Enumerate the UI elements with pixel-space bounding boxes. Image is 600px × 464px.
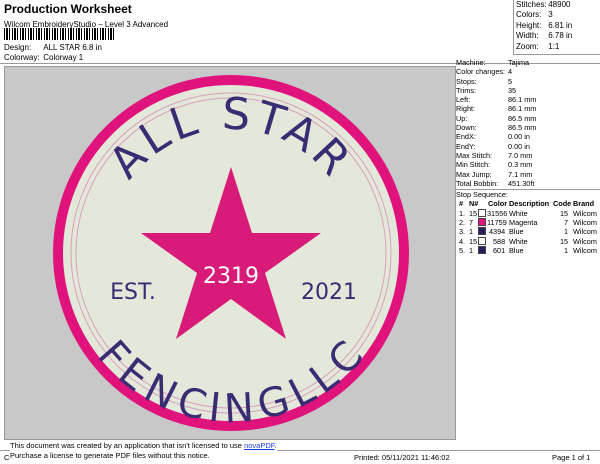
sequence-row: 5. 1 601 Blue 1 Wilcom [459, 245, 597, 255]
stat-height: Height: 6.81 in [516, 20, 573, 30]
machine-row: Machine: Tajima [456, 58, 530, 67]
color-changes-row: Color changes: 4 [456, 67, 513, 77]
notice-line-1: This document was created by an applicat… [10, 441, 242, 450]
est-text: EST. [110, 280, 156, 305]
total-bobbin-row: Total Bobbin: 451.30ft [456, 178, 535, 188]
barcode [4, 28, 114, 40]
trims-row: Trims: 35 [456, 85, 517, 95]
max-jump-row: Max Jump: 7.1 mm [456, 169, 533, 179]
worksheet-title: Production Worksheet [4, 2, 132, 16]
stat-width: Width: 6.78 in [516, 31, 573, 41]
down-row: Down: 86.5 mm [456, 123, 537, 133]
color-swatch [478, 208, 486, 217]
sequence-row: 3. 1 4394 Blue 1 Wilcom [459, 227, 597, 237]
center-number: 2319 [203, 264, 259, 289]
notice-line-2: Purchase a license to generate PDF files… [10, 451, 210, 460]
sequence-row: 2. 7 11759 Magenta 7 Wilcom [459, 218, 597, 228]
design-label: Design: [4, 43, 32, 52]
left-row: Left: 86.1 mm [456, 95, 537, 105]
stops-row: Stops: 5 [456, 76, 513, 86]
sequence-row: 1. 15 31556 White 15 Wilcom [459, 208, 597, 218]
max-stitch-row: Max Stitch: 7.0 mm [456, 150, 533, 160]
printed-date: Printed: 05/11/2021 11:46:02 [354, 453, 450, 462]
machine-panel: Machine: Tajima Color changes: 4 Stops: 5 T… [456, 58, 600, 255]
design-preview: ALL STAR FENCINGLLC EST. 2021 2319 [4, 66, 456, 440]
design-row: Design: ALL STAR 6.8 in [4, 43, 102, 52]
design-value: ALL STAR 6.8 in [43, 43, 102, 52]
page-number: Page 1 of 1 [552, 453, 591, 462]
sequence-row: 4. 15 588 White 15 Wilcom [459, 236, 597, 246]
stats-box: Stitches: 48900 Colors: 3 Height: 6.81 i… [513, 0, 600, 55]
embroidery-design: ALL STAR FENCINGLLC EST. 2021 2319 [53, 75, 409, 432]
endx-row: EndX: 0.00 in [456, 132, 530, 142]
endy-row: EndY: 0.00 in [456, 141, 530, 151]
color-swatch [478, 227, 486, 236]
stat-zoom: Zoom: 1:1 [516, 41, 560, 51]
color-swatch [478, 218, 486, 227]
colorway-value: Colorway 1 [43, 53, 84, 62]
color-swatch [478, 245, 486, 254]
up-row: Up: 86.5 mm [456, 113, 537, 123]
right-row: Right: 86.1 mm [456, 104, 537, 114]
color-swatch [478, 236, 486, 245]
colorway-row: Colorway: Colorway 1 [4, 53, 83, 62]
stat-colors: Colors: 3 [516, 10, 553, 20]
sequence-header: # N# Color Description Code Brand [459, 199, 595, 209]
min-stitch-row: Min Stitch: 0.3 mm [456, 160, 533, 170]
stat-stitches: Stitches: 48900 [516, 0, 571, 9]
license-notice: This document was created by an applicat… [10, 441, 277, 461]
novapdf-link[interactable]: novaPDF [244, 441, 274, 450]
stop-sequence-title: Stop Sequence: [456, 190, 508, 200]
colorway-label: Colorway: [4, 53, 40, 62]
year-text: 2021 [301, 280, 357, 305]
